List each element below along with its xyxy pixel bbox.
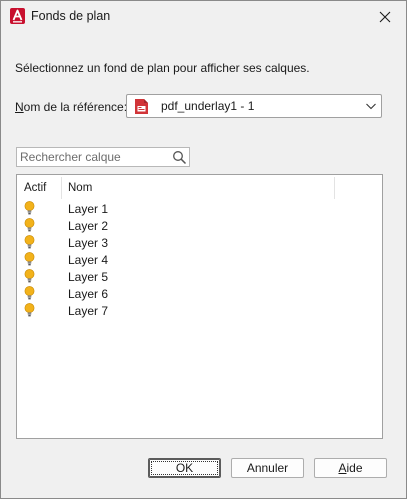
layer-name: Layer 1 <box>68 202 109 216</box>
layer-row[interactable]: Layer 7 <box>17 302 382 319</box>
close-icon <box>379 11 391 22</box>
layer-name: Layer 3 <box>68 236 109 250</box>
layer-row[interactable]: Layer 1 <box>17 200 382 217</box>
chevron-down-icon <box>366 103 376 110</box>
search-icon[interactable] <box>172 150 187 165</box>
lightbulb-on-icon[interactable] <box>24 235 35 251</box>
layer-row[interactable]: Layer 3 <box>17 234 382 251</box>
layer-row[interactable]: Layer 4 <box>17 251 382 268</box>
reference-dropdown[interactable]: pdf_underlay1 - 1 <box>126 94 382 118</box>
layer-name: Layer 2 <box>68 219 109 233</box>
layer-name: Layer 7 <box>68 304 109 318</box>
layer-row[interactable]: Layer 6 <box>17 285 382 302</box>
close-button[interactable] <box>364 1 406 32</box>
lightbulb-on-icon[interactable] <box>24 252 35 268</box>
layer-list[interactable]: Actif Nom Layer 1 Layer 2 Layer 3 Layer … <box>16 174 383 439</box>
layer-name: Layer 4 <box>68 253 109 267</box>
lightbulb-on-icon[interactable] <box>24 303 35 319</box>
lightbulb-on-icon[interactable] <box>24 269 35 285</box>
layer-search-box[interactable] <box>16 147 190 167</box>
help-button[interactable]: Aide <box>314 458 387 478</box>
layer-row[interactable]: Layer 5 <box>17 268 382 285</box>
layer-search-input[interactable] <box>17 148 167 166</box>
help-button-rest: ide <box>346 461 363 475</box>
reference-label-mnemonic: N <box>15 100 24 114</box>
lightbulb-on-icon[interactable] <box>24 218 35 234</box>
column-divider[interactable] <box>61 177 62 199</box>
column-header-active[interactable]: Actif <box>24 182 46 194</box>
ok-button[interactable]: OK <box>148 458 221 478</box>
layer-name: Layer 5 <box>68 270 109 284</box>
title-bar: Fonds de plan <box>1 1 406 32</box>
layer-name: Layer 6 <box>68 287 109 301</box>
dialog-window: Fonds de plan Sélectionnez un fond de pl… <box>0 0 407 499</box>
lightbulb-on-icon[interactable] <box>24 286 35 302</box>
cancel-button[interactable]: Annuler <box>231 458 304 478</box>
pdf-file-icon <box>135 99 148 114</box>
help-button-mnemonic: A <box>338 461 347 475</box>
window-title: Fonds de plan <box>31 9 111 23</box>
column-header-name[interactable]: Nom <box>68 182 92 194</box>
lightbulb-on-icon[interactable] <box>24 201 35 217</box>
reference-label: Nom de la référence: <box>15 100 127 114</box>
reference-label-rest: om de la référence: <box>23 100 128 114</box>
layer-list-header: Actif Nom <box>17 175 382 199</box>
reference-selected-value: pdf_underlay1 - 1 <box>161 99 255 113</box>
focus-ring <box>151 461 218 475</box>
autocad-a-icon <box>10 8 25 24</box>
layer-row[interactable]: Layer 2 <box>17 217 382 234</box>
instruction-text: Sélectionnez un fond de plan pour affich… <box>15 61 310 75</box>
column-divider[interactable] <box>334 177 335 199</box>
